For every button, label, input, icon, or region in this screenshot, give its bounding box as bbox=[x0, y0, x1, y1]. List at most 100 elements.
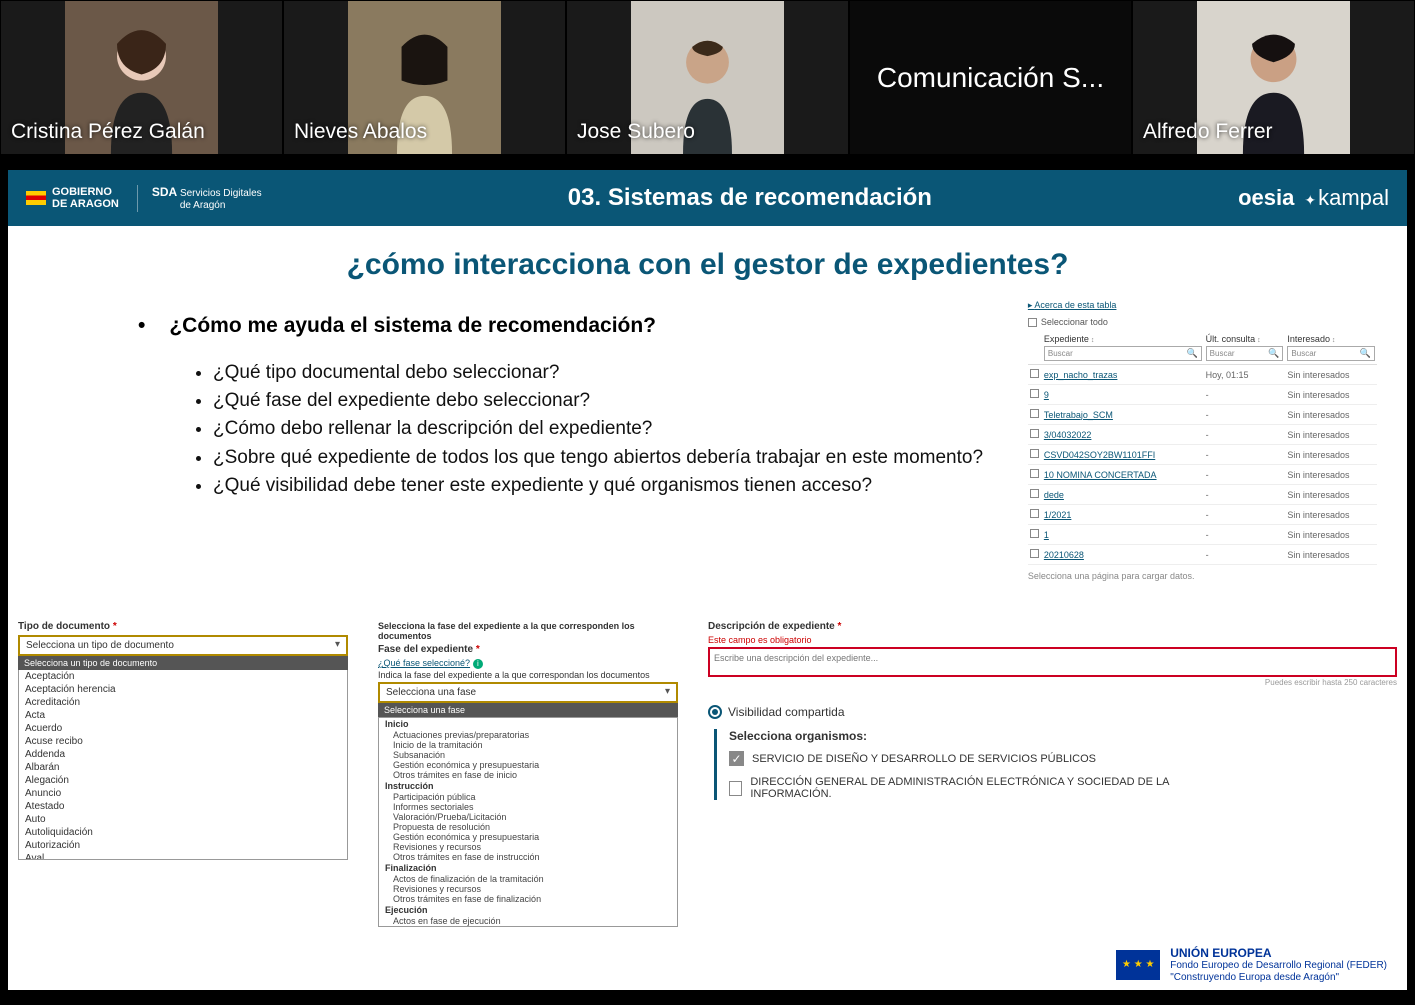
desc-input[interactable]: Escribe una descripción del expediente..… bbox=[708, 647, 1397, 677]
expediente-link[interactable]: 10 NOMINA CONCERTADA bbox=[1044, 470, 1157, 480]
question-item: ¿Cómo debo rellenar la descripción del e… bbox=[213, 416, 1008, 442]
expediente-link[interactable]: CSVD042SOY2BW1101FFI bbox=[1044, 450, 1155, 460]
question-item: ¿Qué tipo documental debo seleccionar? bbox=[213, 360, 1008, 386]
phase-option[interactable]: Revisiones y recursos bbox=[379, 884, 677, 894]
eu-line2: "Construyendo Europa desde Aragón" bbox=[1170, 972, 1387, 984]
expediente-link[interactable]: exp_nacho_trazas bbox=[1044, 370, 1118, 380]
phase-section-title: Selecciona la fase del expediente a la q… bbox=[378, 621, 678, 641]
doctype-option[interactable]: Auto bbox=[19, 813, 347, 826]
phase-option[interactable]: Participación pública bbox=[379, 792, 677, 802]
phase-option[interactable]: Otros trámites en fase de inicio bbox=[379, 770, 677, 780]
table-row[interactable]: 1-Sin interesados bbox=[1028, 525, 1377, 545]
table-row[interactable]: 20210628-Sin interesados bbox=[1028, 545, 1377, 565]
checkbox-icon[interactable]: ✓ bbox=[729, 751, 744, 766]
checkbox-icon[interactable] bbox=[1028, 318, 1037, 327]
phase-option[interactable]: Gestión económica y presupuestaria bbox=[379, 760, 677, 770]
doctype-options-header: Selecciona un tipo de documento bbox=[18, 656, 348, 670]
doctype-select[interactable]: Selecciona un tipo de documento bbox=[18, 635, 348, 656]
table-row[interactable]: 1/2021-Sin interesados bbox=[1028, 505, 1377, 525]
doctype-option[interactable]: Acuse recibo bbox=[19, 735, 347, 748]
doctype-option[interactable]: Autoliquidación bbox=[19, 826, 347, 839]
table-row[interactable]: 3/04032022-Sin interesados bbox=[1028, 425, 1377, 445]
question-item: ¿Qué visibilidad debe tener este expedie… bbox=[213, 473, 1008, 499]
checkbox-icon[interactable] bbox=[1030, 449, 1039, 458]
doctype-options[interactable]: AceptaciónAceptación herenciaAcreditació… bbox=[18, 670, 348, 860]
checkbox-icon[interactable] bbox=[1030, 489, 1039, 498]
expediente-link[interactable]: 1 bbox=[1044, 530, 1049, 540]
select-all-row[interactable]: Seleccionar todo bbox=[1028, 317, 1377, 327]
phase-select[interactable]: Selecciona una fase bbox=[378, 682, 678, 703]
participant-name: Jose Subero bbox=[577, 120, 695, 144]
org-checkbox-row[interactable]: ✓SERVICIO DE DISEÑO Y DESARROLLO DE SERV… bbox=[729, 751, 1188, 766]
phase-options[interactable]: InicioActuaciones previas/preparatoriasI… bbox=[378, 717, 678, 927]
phase-option[interactable]: Informes sectoriales bbox=[379, 802, 677, 812]
search-input[interactable]: Buscar🔍 bbox=[1287, 346, 1375, 361]
col-expediente[interactable]: Expediente Buscar🔍 bbox=[1042, 331, 1204, 365]
phase-help-link[interactable]: ¿Qué fase seleccioné? bbox=[378, 658, 470, 668]
table-row[interactable]: dede-Sin interesados bbox=[1028, 485, 1377, 505]
checkbox-icon[interactable] bbox=[1030, 389, 1039, 398]
video-tile-4[interactable]: Comunicación S... bbox=[850, 1, 1131, 154]
doctype-option[interactable]: Alegación bbox=[19, 774, 347, 787]
phase-option[interactable]: Actos de finalización de la tramitación bbox=[379, 874, 677, 884]
checkbox-icon[interactable] bbox=[729, 781, 742, 796]
checkbox-icon[interactable] bbox=[1030, 509, 1039, 518]
doctype-option[interactable]: Acuerdo bbox=[19, 722, 347, 735]
expediente-link[interactable]: dede bbox=[1044, 490, 1064, 500]
doctype-option[interactable]: Albarán bbox=[19, 761, 347, 774]
video-tile-5[interactable]: Alfredo Ferrer bbox=[1133, 1, 1414, 154]
checkbox-icon[interactable] bbox=[1030, 469, 1039, 478]
checkbox-icon[interactable] bbox=[1030, 529, 1039, 538]
expediente-link[interactable]: 20210628 bbox=[1044, 550, 1084, 560]
org-checkbox-row[interactable]: DIRECCIÓN GENERAL DE ADMINISTRACIÓN ELEC… bbox=[729, 776, 1188, 800]
visibility-radio[interactable]: Visibilidad compartida bbox=[708, 705, 1188, 719]
expediente-link[interactable]: 3/04032022 bbox=[1044, 430, 1092, 440]
doctype-option[interactable]: Aval bbox=[19, 852, 347, 860]
interesado-cell: Sin interesados bbox=[1285, 425, 1377, 445]
phase-option[interactable]: Subsanación bbox=[379, 750, 677, 760]
doctype-option[interactable]: Aceptación bbox=[19, 670, 347, 683]
expediente-link[interactable]: 1/2021 bbox=[1044, 510, 1072, 520]
doctype-option[interactable]: Anuncio bbox=[19, 787, 347, 800]
gob-text-2: DE ARAGON bbox=[52, 198, 119, 210]
doctype-option[interactable]: Aceptación herencia bbox=[19, 683, 347, 696]
checkbox-icon[interactable] bbox=[1030, 369, 1039, 378]
table-row[interactable]: exp_nacho_trazasHoy, 01:15Sin interesado… bbox=[1028, 365, 1377, 385]
video-tile-1[interactable]: Cristina Pérez Galán bbox=[1, 1, 282, 154]
doctype-option[interactable]: Addenda bbox=[19, 748, 347, 761]
participant-name: Nieves Abalos bbox=[294, 120, 427, 144]
search-input[interactable]: Buscar🔍 bbox=[1044, 346, 1202, 361]
doctype-option[interactable]: Atestado bbox=[19, 800, 347, 813]
table-row[interactable]: CSVD042SOY2BW1101FFI-Sin interesados bbox=[1028, 445, 1377, 465]
checkbox-icon[interactable] bbox=[1030, 429, 1039, 438]
table-row[interactable]: 9-Sin interesados bbox=[1028, 385, 1377, 405]
phase-option[interactable]: Actos en fase de ejecución bbox=[379, 916, 677, 926]
col-interesado[interactable]: Interesado Buscar🔍 bbox=[1285, 331, 1377, 365]
expediente-link[interactable]: Teletrabajo_SCM bbox=[1044, 410, 1113, 420]
checkbox-icon[interactable] bbox=[1030, 549, 1039, 558]
expediente-link[interactable]: 9 bbox=[1044, 390, 1049, 400]
doctype-option[interactable]: Acreditación bbox=[19, 696, 347, 709]
about-table-link[interactable]: Acerca de esta tabla bbox=[1028, 300, 1117, 311]
slide-body: ¿Cómo me ayuda el sistema de recomendaci… bbox=[8, 300, 1407, 581]
table-row[interactable]: 10 NOMINA CONCERTADA-Sin interesados bbox=[1028, 465, 1377, 485]
interesado-cell: Sin interesados bbox=[1285, 545, 1377, 565]
phase-option[interactable]: Inicio de la tramitación bbox=[379, 740, 677, 750]
video-tile-3[interactable]: Jose Subero bbox=[567, 1, 848, 154]
mock-document-type: Tipo de documento * Selecciona un tipo d… bbox=[18, 621, 348, 860]
phase-option[interactable]: Propuesta de resolución bbox=[379, 822, 677, 832]
checkbox-icon[interactable] bbox=[1030, 409, 1039, 418]
phase-option[interactable]: Gestión económica y presupuestaria bbox=[379, 832, 677, 842]
doctype-option[interactable]: Acta bbox=[19, 709, 347, 722]
consulta-cell: - bbox=[1204, 385, 1286, 405]
phase-option[interactable]: Revisiones y recursos bbox=[379, 842, 677, 852]
phase-option[interactable]: Actuaciones previas/preparatorias bbox=[379, 730, 677, 740]
phase-option[interactable]: Valoración/Prueba/Licitación bbox=[379, 812, 677, 822]
doctype-option[interactable]: Autorización bbox=[19, 839, 347, 852]
table-row[interactable]: Teletrabajo_SCM-Sin interesados bbox=[1028, 405, 1377, 425]
search-input[interactable]: Buscar🔍 bbox=[1206, 346, 1284, 361]
phase-option[interactable]: Otros trámites en fase de finalización bbox=[379, 894, 677, 904]
video-tile-2[interactable]: Nieves Abalos bbox=[284, 1, 565, 154]
col-consulta[interactable]: Últ. consulta Buscar🔍 bbox=[1204, 331, 1286, 365]
phase-option[interactable]: Otros trámites en fase de instrucción bbox=[379, 852, 677, 862]
